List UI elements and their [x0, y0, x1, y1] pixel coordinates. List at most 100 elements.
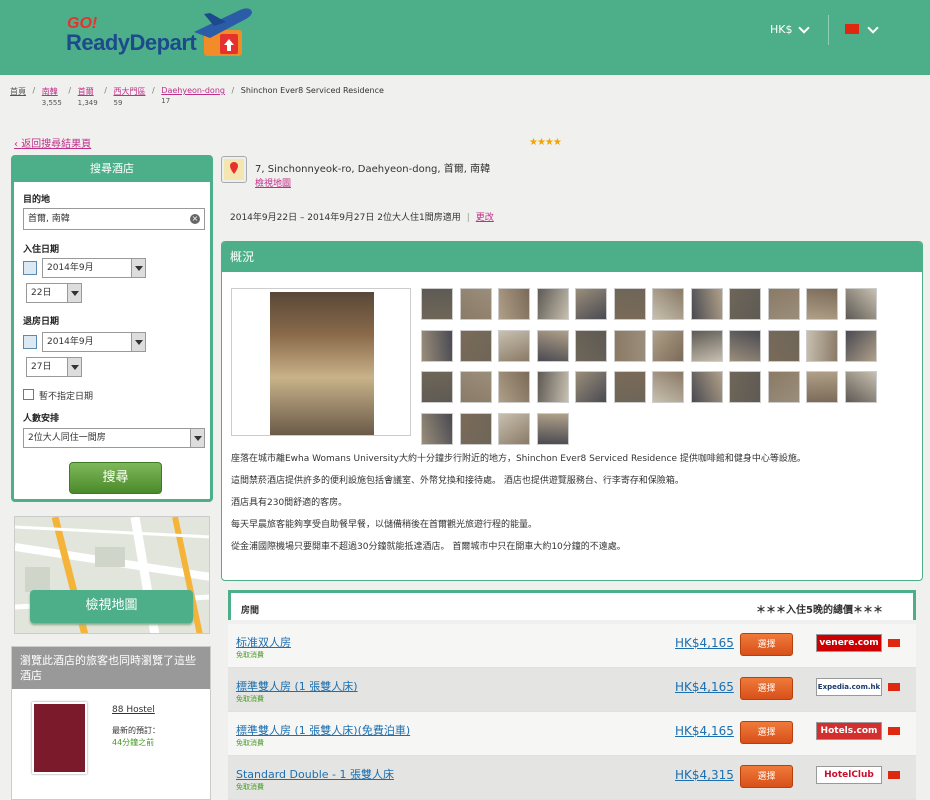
photo-thumbnail[interactable] — [498, 329, 530, 362]
destination-label: 目的地 — [23, 195, 51, 205]
clear-icon[interactable]: × — [190, 214, 200, 224]
hk-flag-icon[interactable] — [845, 24, 859, 34]
room-name-link[interactable]: 標準雙人房 (1 張雙人床) — [236, 678, 358, 694]
currency-selector[interactable]: HK$ — [770, 23, 792, 36]
room-price-link[interactable]: HK$4,165 — [675, 680, 734, 694]
room-name-link[interactable]: 标准双人房 — [236, 634, 291, 650]
chevron-down-icon[interactable] — [798, 22, 810, 34]
photo-thumbnail[interactable] — [459, 412, 492, 445]
show-map-link[interactable]: 檢視地圖 — [255, 176, 291, 189]
chevron-down-icon[interactable] — [867, 22, 879, 34]
select-room-button[interactable]: 選擇 — [740, 677, 793, 700]
photo-thumbnail[interactable] — [459, 329, 492, 362]
photo-thumbnail[interactable] — [729, 371, 761, 403]
room-price-link[interactable]: HK$4,315 — [675, 768, 734, 782]
photo-thumbnail[interactable] — [690, 288, 723, 320]
calendar-icon[interactable] — [23, 335, 37, 349]
back-to-results-link[interactable]: ‹ 返回搜尋結果頁 — [14, 135, 91, 150]
room-price-link[interactable]: HK$4,165 — [675, 724, 734, 738]
breadcrumb-item[interactable]: 首頁 — [10, 86, 26, 97]
guests-select[interactable]: 2位大人同住一間房 — [23, 428, 205, 448]
breadcrumb-item[interactable]: 南韓 3,555 — [42, 86, 62, 107]
photo-thumbnail[interactable] — [690, 329, 723, 362]
breadcrumb-home[interactable]: 首頁 — [10, 87, 26, 96]
dropdown-arrow-icon[interactable] — [67, 284, 81, 302]
change-dates-link[interactable]: 更改 — [476, 213, 494, 223]
search-button[interactable]: 搜尋 — [69, 462, 162, 494]
photo-thumbnail[interactable] — [613, 329, 646, 362]
select-room-button[interactable]: 選擇 — [740, 633, 793, 656]
photo-thumbnail[interactable] — [536, 288, 569, 320]
similar-hotel-image[interactable] — [32, 702, 87, 774]
view-map-button[interactable]: 檢視地圖 — [30, 590, 193, 623]
breadcrumb-item[interactable]: 西大門區 59 — [113, 86, 145, 107]
photo-thumbnail[interactable] — [498, 371, 530, 403]
breadcrumb-city[interactable]: 首爾 — [78, 87, 94, 96]
photo-thumbnail[interactable] — [690, 371, 723, 403]
photo-thumbnail[interactable] — [459, 371, 492, 403]
photo-thumbnail[interactable] — [613, 288, 646, 320]
photo-thumbnail[interactable] — [498, 412, 530, 445]
destination-value: 首爾, 南韓 — [28, 214, 70, 224]
dropdown-arrow-icon[interactable] — [131, 259, 145, 277]
dropdown-arrow-icon[interactable] — [131, 333, 145, 351]
checkout-day-select[interactable]: 27日 — [26, 357, 82, 377]
vendor-logo[interactable]: Hotels.com — [816, 722, 882, 740]
photo-thumbnail[interactable] — [767, 288, 800, 320]
photo-thumbnail[interactable] — [575, 329, 607, 362]
logo-text[interactable]: ReadyDepart — [66, 30, 197, 56]
vendor-logo[interactable]: venere.com — [816, 634, 882, 652]
photo-thumbnail[interactable] — [421, 412, 453, 445]
dropdown-arrow-icon[interactable] — [67, 358, 81, 376]
room-name-link[interactable]: 標準雙人房 (1 張雙人床)(免費泊車) — [236, 722, 410, 738]
photo-thumbnail[interactable] — [844, 288, 877, 320]
breadcrumb-country[interactable]: 南韓 — [42, 87, 58, 96]
photo-thumbnail[interactable] — [806, 288, 838, 320]
photo-thumbnail[interactable] — [767, 329, 800, 362]
photo-thumbnail[interactable] — [652, 329, 684, 362]
vendor-logo[interactable]: HotelClub — [816, 766, 882, 784]
photo-thumbnail[interactable] — [536, 412, 569, 445]
calendar-icon[interactable] — [23, 261, 37, 275]
no-date-checkbox[interactable] — [23, 389, 34, 400]
similar-hotel-name[interactable]: 88 Hostel — [112, 705, 155, 715]
photo-thumbnail[interactable] — [459, 288, 492, 320]
checkin-day-value: 22日 — [31, 288, 52, 298]
destination-input[interactable]: 首爾, 南韓 × — [23, 208, 205, 230]
photo-thumbnail[interactable] — [806, 329, 838, 362]
photo-thumbnail[interactable] — [806, 371, 838, 403]
photo-thumbnail[interactable] — [575, 371, 607, 403]
select-room-button[interactable]: 選擇 — [740, 721, 793, 744]
photo-thumbnail[interactable] — [498, 288, 530, 320]
select-room-button[interactable]: 選擇 — [740, 765, 793, 788]
checkout-day-value: 27日 — [31, 362, 52, 372]
photo-thumbnail[interactable] — [729, 288, 761, 320]
photo-thumbnail[interactable] — [652, 371, 684, 403]
photo-thumbnail[interactable] — [421, 371, 453, 403]
breadcrumb-item[interactable]: Daehyeon-dong 17 — [161, 86, 225, 105]
breadcrumb-district[interactable]: 西大門區 — [113, 87, 145, 96]
photo-thumbnail[interactable] — [575, 288, 607, 320]
breadcrumb-count: 3,555 — [41, 99, 62, 107]
vendor-logo[interactable]: Expedia.com.hk — [816, 678, 882, 696]
photo-thumbnail[interactable] — [652, 288, 684, 320]
photo-thumbnail[interactable] — [844, 371, 877, 403]
breadcrumb-area[interactable]: Daehyeon-dong — [161, 86, 225, 95]
photo-thumbnail[interactable] — [536, 329, 569, 362]
checkout-month-select[interactable]: 2014年9月 — [42, 332, 146, 352]
photo-thumbnail[interactable] — [729, 329, 761, 362]
room-price-link[interactable]: HK$4,165 — [675, 636, 734, 650]
photo-thumbnail[interactable] — [421, 288, 453, 320]
photo-thumbnail[interactable] — [767, 371, 800, 403]
photo-thumbnail[interactable] — [536, 371, 569, 403]
dropdown-arrow-icon[interactable] — [190, 429, 204, 447]
checkin-month-select[interactable]: 2014年9月 — [42, 258, 146, 278]
breadcrumb-item[interactable]: 首爾 1,349 — [78, 86, 98, 107]
main-hotel-photo[interactable] — [231, 288, 411, 436]
room-name-link[interactable]: Standard Double - 1 張雙人床 — [236, 766, 394, 782]
overview-panel: 概況 座落在城市離Ewha Womans University大約十分鐘步行附近… — [221, 241, 923, 581]
photo-thumbnail[interactable] — [844, 329, 877, 362]
photo-thumbnail[interactable] — [421, 329, 453, 362]
photo-thumbnail[interactable] — [613, 371, 646, 403]
checkin-day-select[interactable]: 22日 — [26, 283, 82, 303]
